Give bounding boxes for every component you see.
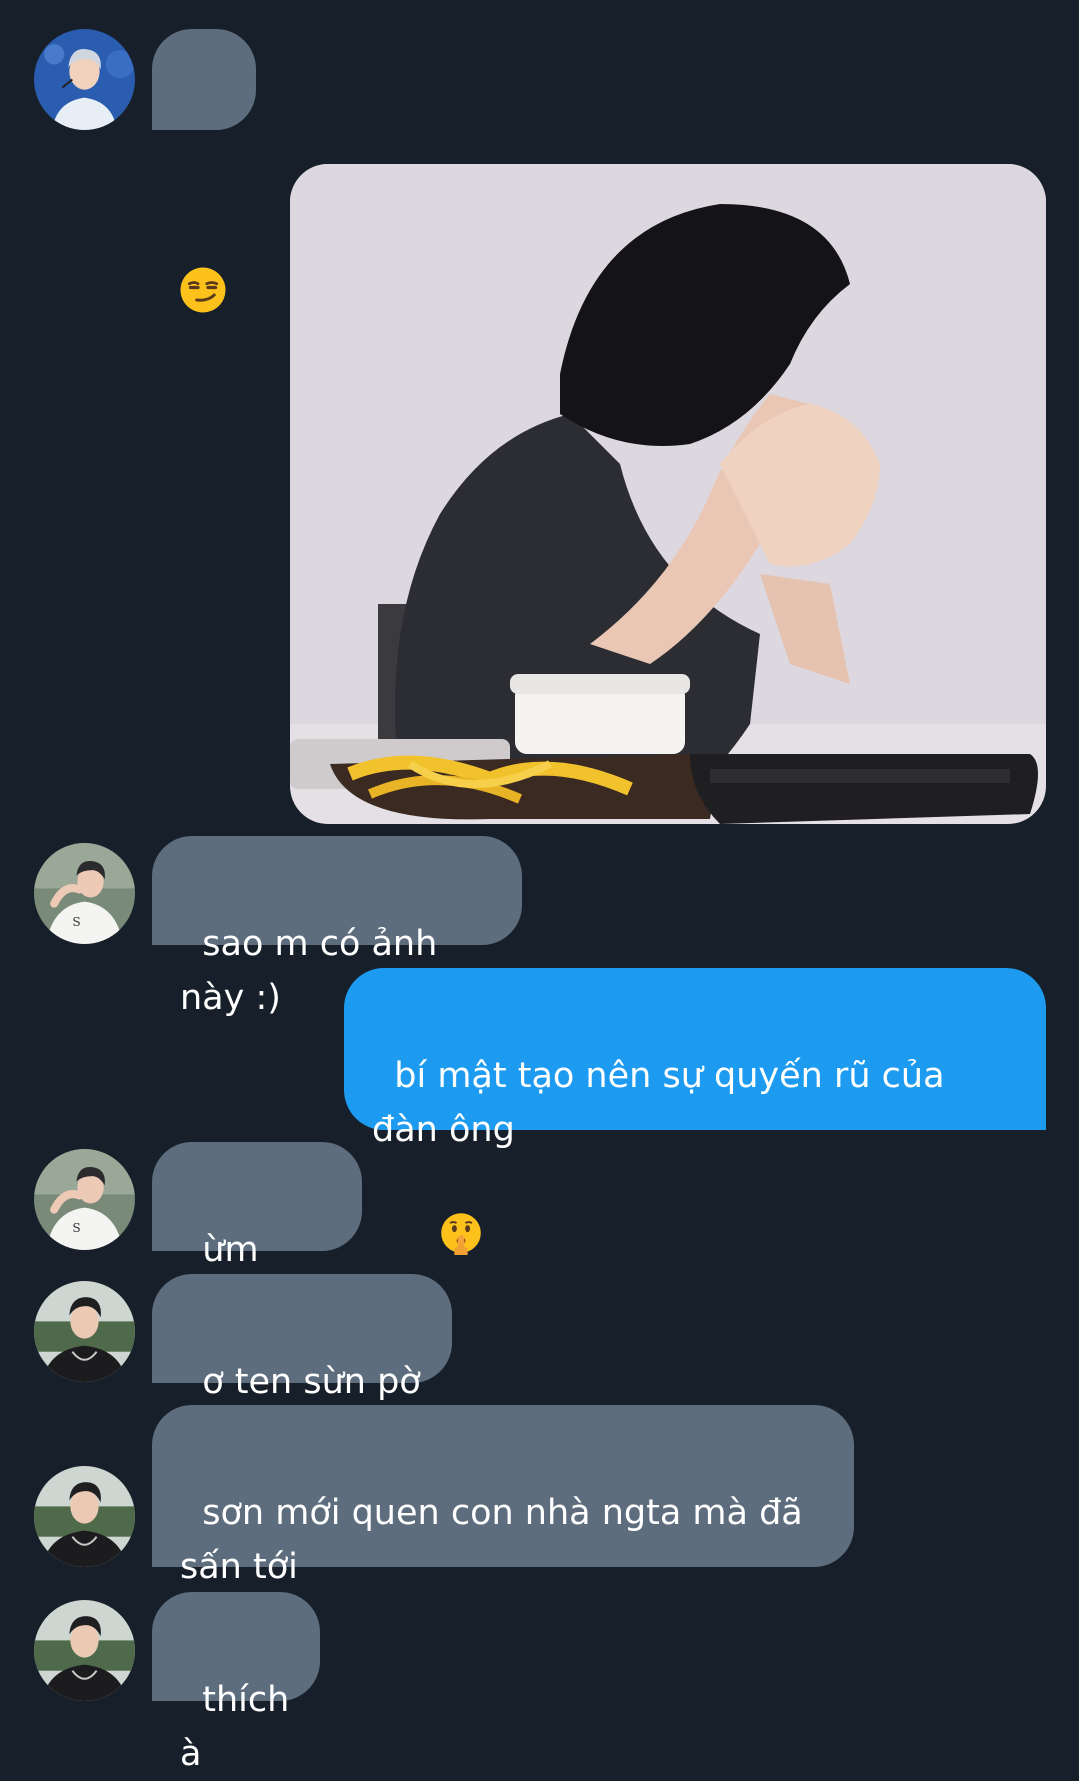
white-tshirt-avatar: S bbox=[34, 1149, 135, 1250]
message-bubble[interactable]: sao m có ảnh này :) bbox=[152, 836, 522, 1018]
message-bubble[interactable]: ừm bây :) bbox=[152, 1142, 362, 1324]
sender-avatar[interactable]: S bbox=[34, 1149, 135, 1250]
sender-avatar[interactable] bbox=[34, 1466, 135, 1567]
message-bubble[interactable]: sơn mới quen con nhà ngta mà đã sấn tới bbox=[152, 1405, 854, 1587]
message-bubble[interactable]: thích à bbox=[152, 1592, 320, 1774]
message-bubble[interactable] bbox=[152, 29, 256, 313]
svg-text:S: S bbox=[72, 915, 80, 929]
black-tshirt-avatar bbox=[34, 1600, 135, 1701]
message-bubble[interactable]: ơ ten sừn pờ lít bbox=[152, 1274, 452, 1456]
sender-avatar[interactable]: S bbox=[34, 843, 135, 944]
sender-avatar[interactable] bbox=[34, 1600, 135, 1701]
message-text: bí mật tạo nên sự quyến rũ của đàn ông bbox=[372, 1056, 956, 1150]
message-bubble[interactable]: bí mật tạo nên sự quyến rũ của đàn ông bbox=[344, 968, 1046, 1255]
sender-avatar[interactable] bbox=[34, 1281, 135, 1382]
svg-text:S: S bbox=[72, 1221, 80, 1235]
shared-image[interactable] bbox=[290, 164, 1046, 824]
message-text: sơn mới quen con nhà ngta mà đã sấn tới bbox=[180, 1493, 814, 1587]
smirking-face-icon bbox=[178, 157, 256, 385]
person-covering-face-photo bbox=[290, 164, 1046, 824]
concert-singer-avatar bbox=[34, 29, 135, 130]
message-text: thích à bbox=[180, 1680, 301, 1774]
black-tshirt-avatar bbox=[34, 1466, 135, 1567]
sender-avatar[interactable] bbox=[34, 29, 135, 130]
white-tshirt-avatar: S bbox=[34, 843, 135, 944]
black-tshirt-avatar bbox=[34, 1281, 135, 1382]
